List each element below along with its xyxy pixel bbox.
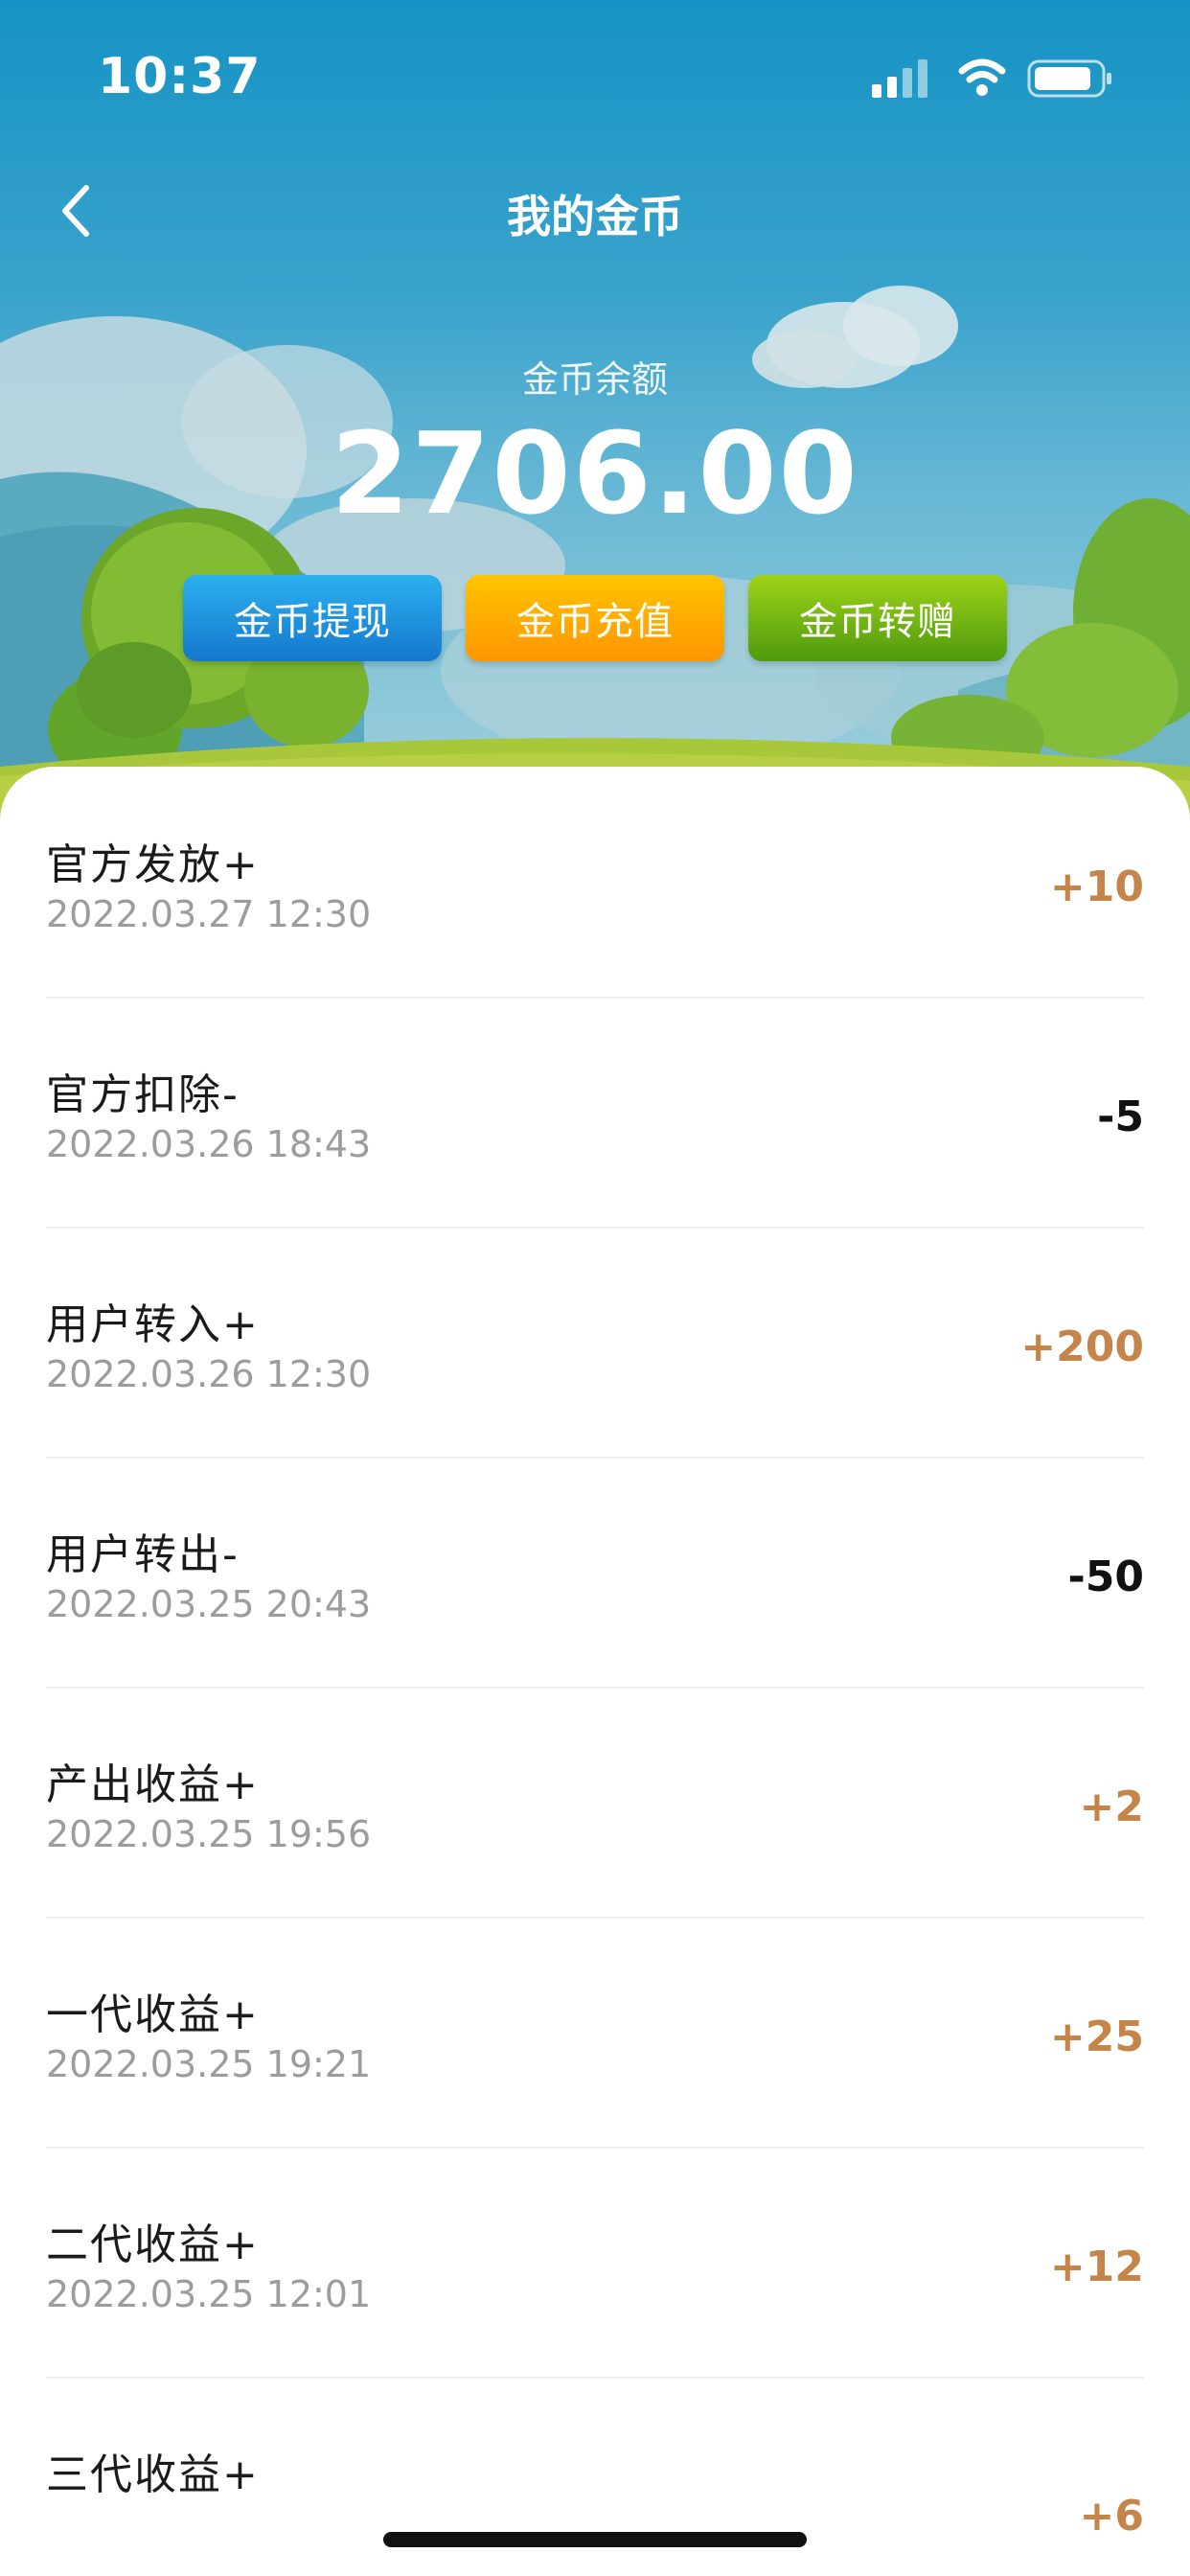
transaction-title: 一代收益+	[46, 1990, 260, 2039]
transaction-row[interactable]: 二代收益+ 2022.03.25 12:01 +12	[46, 2147, 1144, 2379]
transaction-row[interactable]: 产出收益+ 2022.03.25 19:56 +2	[46, 1687, 1144, 1919]
status-icons	[845, 58, 1113, 100]
transaction-amount: +2	[1079, 1782, 1144, 1831]
action-buttons: 金币提现 金币充值 金币转赠	[0, 575, 1190, 661]
transaction-time: 2022.03.26 12:30	[46, 1353, 372, 1395]
transaction-title: 用户转入+	[46, 1300, 260, 1349]
transaction-title: 官方发放+	[46, 840, 260, 889]
transaction-row[interactable]: 用户转入+ 2022.03.26 12:30 +200	[46, 1227, 1144, 1459]
header-banner: 10:37 我的金币 金币余额 2706.00 金币提现 金币充值 金币转赠	[0, 0, 1190, 843]
transaction-list: 官方发放+ 2022.03.27 12:30 +10 官方扣除- 2022.03…	[0, 767, 1190, 2576]
transaction-row[interactable]: 官方扣除- 2022.03.26 18:43 -5	[46, 997, 1144, 1229]
transaction-amount: -50	[1067, 1552, 1145, 1601]
transaction-title: 产出收益+	[46, 1760, 260, 1809]
transaction-amount: +12	[1049, 2242, 1144, 2291]
home-indicator[interactable]	[383, 2532, 807, 2547]
transaction-title: 二代收益+	[46, 2220, 260, 2269]
transaction-amount: +10	[1049, 862, 1144, 911]
transaction-time: 2022.03.27 12:30	[46, 893, 372, 935]
wifi-icon	[958, 58, 1006, 96]
navigation-bar: 我的金币	[0, 172, 1190, 249]
signal-icon	[872, 59, 927, 98]
transaction-row[interactable]: 一代收益+ 2022.03.25 19:21 +25	[46, 1917, 1144, 2149]
transaction-time: 2022.03.25 12:01	[46, 2273, 372, 2315]
status-time: 10:37	[98, 48, 262, 105]
transaction-time: 2022.03.25 19:56	[46, 1813, 372, 1855]
balance-label: 金币余额	[521, 358, 668, 401]
battery-icon	[1027, 59, 1111, 98]
transaction-amount: +6	[1079, 2492, 1144, 2541]
transaction-time: 2022.03.26 18:43	[46, 1123, 372, 1165]
transaction-time: 2022.03.25 20:43	[46, 1583, 372, 1625]
transfer-button[interactable]: 金币转赠	[748, 575, 1007, 661]
transaction-amount: +25	[1049, 2012, 1144, 2061]
transaction-row[interactable]: 用户转出- 2022.03.25 20:43 -50	[46, 1457, 1144, 1689]
page-title: 我的金币	[507, 191, 683, 242]
transaction-title: 三代收益+	[46, 2450, 260, 2499]
balance-value: 2706.00	[331, 407, 859, 540]
transaction-row[interactable]: 官方发放+ 2022.03.27 12:30 +10	[46, 767, 1144, 999]
withdraw-button[interactable]: 金币提现	[183, 575, 442, 661]
transaction-time: 2022.03.25 19:21	[46, 2043, 372, 2085]
transaction-title: 用户转出-	[46, 1530, 240, 1579]
transaction-title: 官方扣除-	[46, 1070, 240, 1119]
status-bar: 10:37	[0, 0, 1190, 144]
transaction-amount: +200	[1020, 1322, 1144, 1371]
recharge-button[interactable]: 金币充值	[466, 575, 724, 661]
transaction-amount: -5	[1097, 1092, 1144, 1141]
